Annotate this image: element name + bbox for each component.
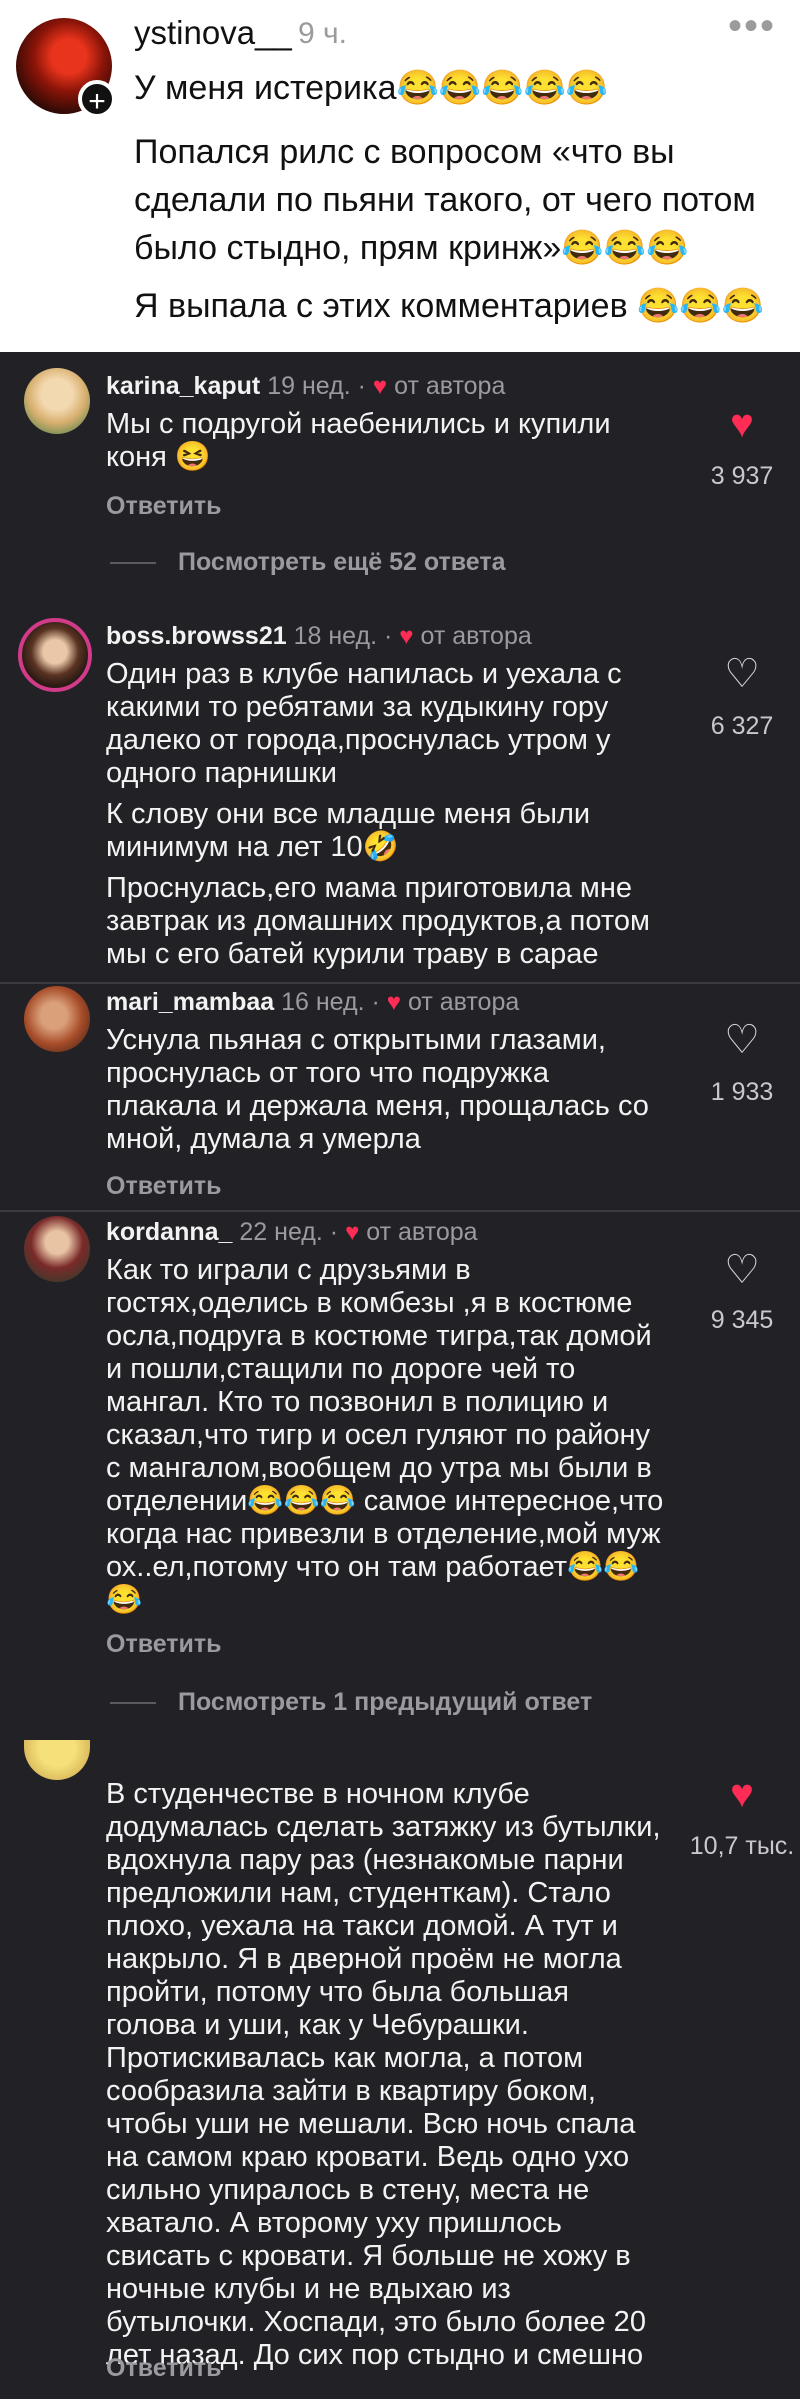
comment-header: kordanna_ 22 нед. · ♥ от автора bbox=[106, 1218, 478, 1246]
like-count: 3 937 bbox=[710, 462, 774, 490]
comment-text-2: К слову они все младше меня были минимум… bbox=[106, 798, 591, 863]
avatar[interactable] bbox=[24, 1216, 90, 1282]
comment-header: karina_kaput 19 нед. · ♥ от автора bbox=[106, 372, 506, 400]
more-dots-icon[interactable]: ••• bbox=[728, 4, 776, 49]
comment-header: mari_mambaa 16 нед. · ♥ от автора bbox=[106, 988, 520, 1016]
post-time: 9 ч. bbox=[298, 17, 347, 50]
reply-button[interactable]: Ответить bbox=[106, 492, 222, 521]
avatar[interactable] bbox=[24, 986, 90, 1052]
original-post: + ystinova__ 9 ч. ••• У меня истерика😂😂😂… bbox=[0, 0, 800, 352]
like-count: 6 327 bbox=[710, 712, 774, 740]
comment-text-3: Проснулась,его мама приготовила мне завт… bbox=[106, 872, 650, 970]
like-count: 9 345 bbox=[710, 1306, 774, 1334]
author-heart-icon: ♥ bbox=[399, 623, 414, 650]
avatar[interactable] bbox=[24, 1740, 90, 1780]
heart-outline-icon[interactable]: ♡ bbox=[692, 654, 792, 694]
follow-plus-icon[interactable]: + bbox=[78, 80, 116, 118]
comment-header: boss.browss21 18 нед. · ♥ от автора bbox=[106, 622, 532, 650]
like-count: 1 933 bbox=[710, 1078, 774, 1106]
heart-outline-icon[interactable]: ♡ bbox=[692, 1250, 792, 1290]
comment-username[interactable]: karina_kaput bbox=[106, 372, 260, 400]
avatar[interactable] bbox=[24, 368, 90, 434]
comment-text: Один раз в клубе напилась и уехала с как… bbox=[106, 658, 622, 789]
comment-text: В студенчестве в ночном клубе додумалась… bbox=[106, 1778, 661, 2371]
author-note: от автора bbox=[408, 988, 520, 1016]
reply-button[interactable]: Ответить bbox=[106, 1172, 222, 1201]
like-count: 10,7 тыс. bbox=[689, 1832, 795, 1860]
divider bbox=[0, 982, 800, 984]
post-text-line2: Попался рилс с вопросом «что вы сделали … bbox=[134, 133, 756, 267]
view-more-replies[interactable]: Посмотреть ещё 52 ответа bbox=[110, 548, 506, 577]
post-username[interactable]: ystinova__ bbox=[134, 14, 292, 52]
reply-button[interactable]: Ответить bbox=[106, 2354, 222, 2383]
comment-age: 22 нед. bbox=[239, 1218, 323, 1246]
view-previous-reply[interactable]: Посмотреть 1 предыдущий ответ bbox=[110, 1688, 592, 1717]
author-note: от автора bbox=[394, 372, 506, 400]
post-text-line1: У меня истерика😂😂😂😂😂 bbox=[134, 69, 609, 107]
author-note: от автора bbox=[366, 1218, 478, 1246]
author-heart-icon: ♥ bbox=[386, 989, 402, 1016]
avatar[interactable] bbox=[18, 618, 92, 692]
comment-username[interactable]: kordanna_ bbox=[106, 1218, 232, 1246]
comment-username[interactable]: boss.browss21 bbox=[106, 622, 287, 650]
author-heart-icon: ♥ bbox=[372, 373, 388, 400]
author-note: от автора bbox=[420, 622, 532, 650]
comment-text: Мы с подругой наебенились и купили коня … bbox=[106, 408, 611, 473]
author-heart-icon: ♥ bbox=[345, 1219, 360, 1246]
heart-filled-icon[interactable]: ♥ bbox=[692, 404, 792, 444]
comment-age: 19 нед. bbox=[267, 372, 351, 400]
heart-outline-icon[interactable]: ♡ bbox=[692, 1020, 792, 1060]
comment-age: 18 нед. bbox=[293, 622, 378, 650]
heart-filled-icon[interactable]: ♥ bbox=[692, 1774, 792, 1814]
post-text-line3: Я выпала с этих комментариев 😂😂😂 bbox=[134, 287, 765, 325]
comment-age: 16 нед. bbox=[281, 988, 365, 1016]
reply-button[interactable]: Ответить bbox=[106, 1630, 222, 1659]
comment-username[interactable]: mari_mambaa bbox=[106, 988, 274, 1016]
divider bbox=[0, 1210, 800, 1212]
comment-text: Как то играли с друзьями в гостях,оделис… bbox=[106, 1254, 664, 1616]
comment-text: Уснула пьяная с открытыми глазами, просн… bbox=[106, 1024, 649, 1155]
